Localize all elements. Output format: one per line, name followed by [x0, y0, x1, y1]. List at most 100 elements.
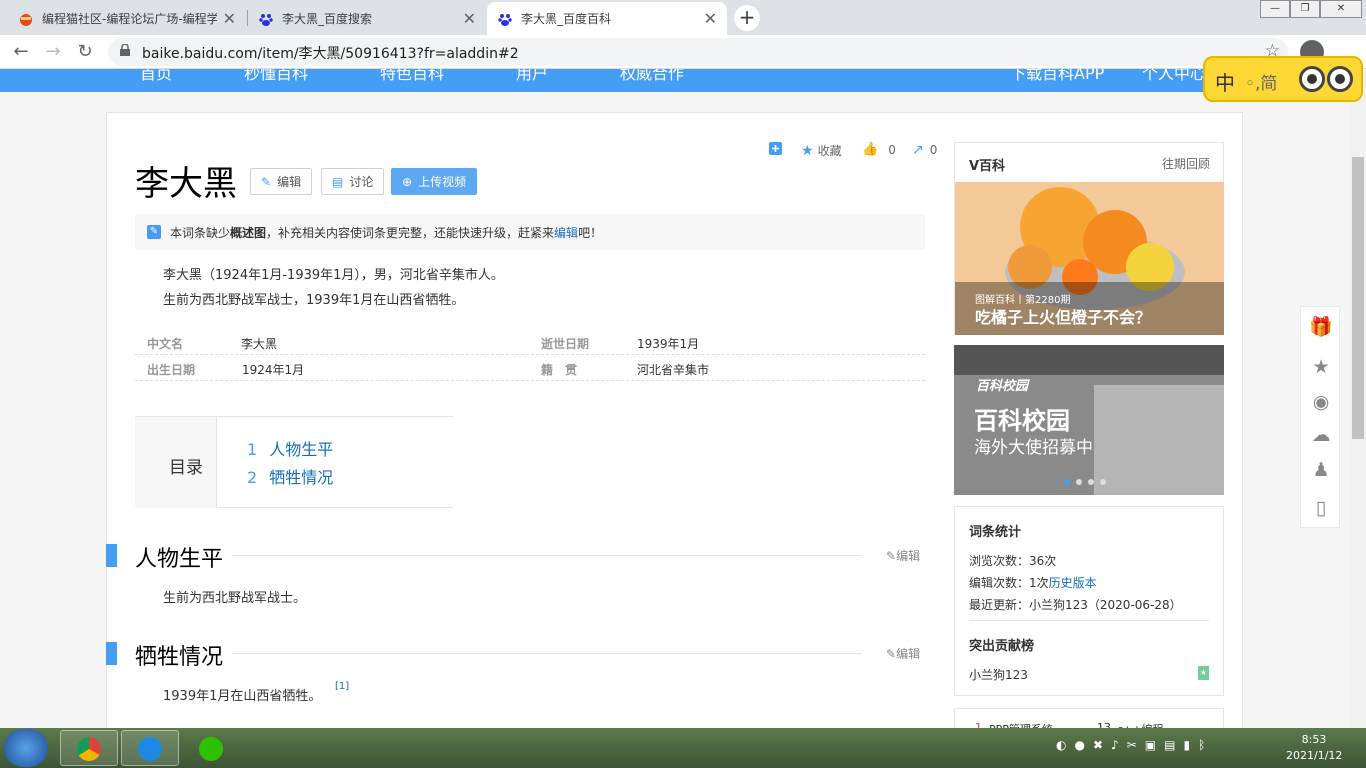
- tab-baidu-baike[interactable]: 李大黑_百度百科 ✕: [487, 2, 727, 35]
- edit-button[interactable]: ✎ 编辑: [250, 168, 313, 195]
- share-button[interactable]: ↗ 0: [912, 142, 937, 158]
- baidu-paw-icon: [497, 11, 513, 27]
- like-button[interactable]: 👍 0: [862, 142, 896, 157]
- weibo-icon[interactable]: ◉: [1309, 390, 1333, 414]
- monitor-icon[interactable]: ▣: [1145, 738, 1156, 752]
- section-title: 人物生平: [135, 547, 224, 572]
- ime-eye-icon: [1299, 66, 1325, 92]
- bluetooth-icon[interactable]: ᛒ: [1198, 738, 1205, 752]
- nav-miaodong[interactable]: 秒懂百科: [244, 69, 308, 84]
- section-text: 1939年1月在山西省牺牲。: [163, 689, 322, 704]
- url-text: baike.baidu.com/item/李大黑/50916413?fr=ala…: [142, 46, 519, 62]
- close-tab-icon[interactable]: ✕: [704, 9, 717, 28]
- qq-icon[interactable]: ♟: [1309, 458, 1333, 482]
- section-text: 生前为西北野战军战士。: [163, 591, 307, 606]
- wechat-tray-icon[interactable]: ●: [1074, 738, 1084, 752]
- entry-stats-panel: 词条统计 浏览次数：36次 编辑次数：1次历史版本 最近更新：小兰狗123（20…: [954, 506, 1224, 696]
- baike-nav: 首页 秒懂百科 特色百科 用户 权威合作 下载百科APP 个人中心: [0, 69, 1366, 92]
- baidu-paw-icon: [258, 11, 274, 27]
- forward-icon[interactable]: →: [40, 39, 66, 65]
- chat-icon: ▤: [332, 174, 344, 189]
- mobile-icon[interactable]: ▯: [1309, 496, 1333, 520]
- campus-banner[interactable]: 百科校园 百科校园 海外大使招募中: [954, 345, 1224, 495]
- nvidia-icon[interactable]: ▤: [1164, 738, 1175, 752]
- v-baike-panel: V百科 往期回顾 图解百科丨第2280期 吃橘子上火但橙子不会？: [954, 142, 1224, 335]
- table-of-contents: 目录 1 人物生平 2 牺牲情况: [135, 416, 453, 508]
- page-title: 李大黑: [135, 164, 237, 204]
- tray-app-icon[interactable]: ◐: [1056, 738, 1066, 752]
- thumbs-up-icon: 👍: [862, 142, 879, 157]
- info-row: 出生日期 1924年1月 籍 贯 河北省辛集市: [135, 355, 925, 381]
- nav-special[interactable]: 特色百科: [380, 69, 444, 84]
- missing-image-notice: ✎ 本词条缺少 概述图 ，补充相关内容使词条更完整，还能快速升级，赶紧来 编辑 吧！: [135, 214, 925, 250]
- pencil-icon: ✎: [261, 174, 272, 189]
- summary-line: 生前为西北野战军战士，1939年1月在山西省牺牲。: [163, 293, 465, 308]
- tab-baidu-search[interactable]: 李大黑_百度搜索 ✕: [248, 2, 486, 35]
- contributor-badge-icon: ★: [1198, 666, 1209, 680]
- close-window-button[interactable]: ✕: [1320, 0, 1362, 18]
- tab-bcmcom[interactable]: 编程猫社区-编程论坛广场-编程学 ✕: [8, 2, 246, 35]
- star-icon[interactable]: ★: [1309, 355, 1333, 379]
- toc-label-box: 目录: [135, 417, 217, 508]
- nav-user-center[interactable]: 个人中心: [1142, 69, 1206, 84]
- address-bar[interactable]: baike.baidu.com/item/李大黑/50916413?fr=ala…: [108, 38, 1288, 66]
- section-edit-link[interactable]: ✎编辑: [886, 547, 920, 564]
- section-title: 牺牲情况: [135, 645, 224, 670]
- history-link[interactable]: 历史版本: [1049, 576, 1097, 590]
- featured-image-card[interactable]: 图解百科丨第2280期 吃橘子上火但橙子不会？: [955, 182, 1224, 335]
- add-icon[interactable]: [769, 142, 782, 155]
- network-tray-icon[interactable]: ✂: [1127, 738, 1137, 752]
- volume-icon[interactable]: ♪: [1111, 738, 1119, 752]
- close-tab-icon[interactable]: ✕: [463, 9, 476, 28]
- volume-muted-icon[interactable]: ✖: [1093, 738, 1103, 752]
- section-edit-link[interactable]: ✎编辑: [886, 645, 920, 662]
- upload-video-button[interactable]: ⊕ 上传视频: [391, 168, 478, 195]
- discuss-button[interactable]: ▤ 讨论: [321, 168, 385, 195]
- reference-link[interactable]: [1]: [335, 681, 349, 692]
- edit-count: 编辑次数：1次历史版本: [969, 576, 1097, 590]
- edit-pencil-icon: ✎: [147, 225, 161, 239]
- start-button[interactable]: [4, 729, 48, 767]
- browser-toolbar: ← → ↻ baike.baidu.com/item/李大黑/50916413?…: [0, 35, 1366, 69]
- gift-icon[interactable]: 🎁: [1309, 315, 1333, 339]
- maximize-button[interactable]: ❐: [1290, 0, 1320, 18]
- info-row: 中文名 李大黑 逝世日期 1939年1月: [135, 329, 925, 355]
- nav-partner[interactable]: 权威合作: [620, 69, 684, 84]
- lock-icon: [120, 44, 130, 56]
- close-tab-icon[interactable]: ✕: [223, 9, 236, 28]
- section-divider: [232, 653, 862, 654]
- wechat-taskbar-button[interactable]: [182, 730, 240, 766]
- toc-item[interactable]: 2 牺牲情况: [247, 464, 333, 488]
- new-tab-button[interactable]: +: [734, 5, 760, 31]
- plus-circle-icon: ⊕: [402, 174, 413, 189]
- section-marker: [106, 642, 117, 665]
- divider: [969, 620, 1209, 621]
- reload-icon[interactable]: ↻: [72, 39, 98, 65]
- nav-home[interactable]: 首页: [140, 69, 172, 84]
- section-marker: [106, 544, 117, 567]
- past-issues-link[interactable]: 往期回顾: [1162, 155, 1210, 172]
- share-icon: ↗: [912, 142, 924, 158]
- minimize-button[interactable]: —: [1260, 0, 1290, 18]
- tab-strip: 编程猫社区-编程论坛广场-编程学 ✕ 李大黑_百度搜索 ✕ 李大黑_百度百科 ✕…: [0, 0, 1366, 35]
- contributor-link[interactable]: 小兰狗123: [969, 666, 1028, 683]
- taskbar-clock[interactable]: 8:53 2021/1/12: [1286, 732, 1342, 764]
- collect-button[interactable]: ★ 收藏: [801, 142, 842, 159]
- scrollbar-thumb[interactable]: [1352, 157, 1364, 439]
- signal-icon[interactable]: ▮: [1183, 738, 1190, 752]
- back-icon[interactable]: ←: [8, 39, 34, 65]
- share-sidebar: 🎁 ★ ◉ ☁ ♟ ▯: [1300, 306, 1340, 528]
- wechat-icon[interactable]: ☁: [1309, 423, 1333, 447]
- nav-download-app[interactable]: 下载百科APP: [1010, 69, 1104, 84]
- chrome-taskbar-button[interactable]: [60, 730, 118, 766]
- ime-eye-icon: [1327, 66, 1353, 92]
- nav-user[interactable]: 用户: [516, 69, 548, 84]
- system-tray[interactable]: ◐ ● ✖ ♪ ✂ ▣ ▤ ▮ ᛒ: [1056, 738, 1205, 752]
- page-scrollbar[interactable]: [1350, 69, 1366, 728]
- edge-taskbar-button[interactable]: [121, 730, 179, 766]
- ime-toolbar[interactable]: 中 ◦,简: [1203, 56, 1363, 102]
- toc-item[interactable]: 1 人物生平: [247, 436, 333, 460]
- carousel-dots[interactable]: [1064, 479, 1106, 485]
- taskbar: ◐ ● ✖ ♪ ✂ ▣ ▤ ▮ ᛒ 8:53 2021/1/12: [0, 728, 1366, 768]
- notice-edit-link[interactable]: 编辑: [554, 224, 578, 241]
